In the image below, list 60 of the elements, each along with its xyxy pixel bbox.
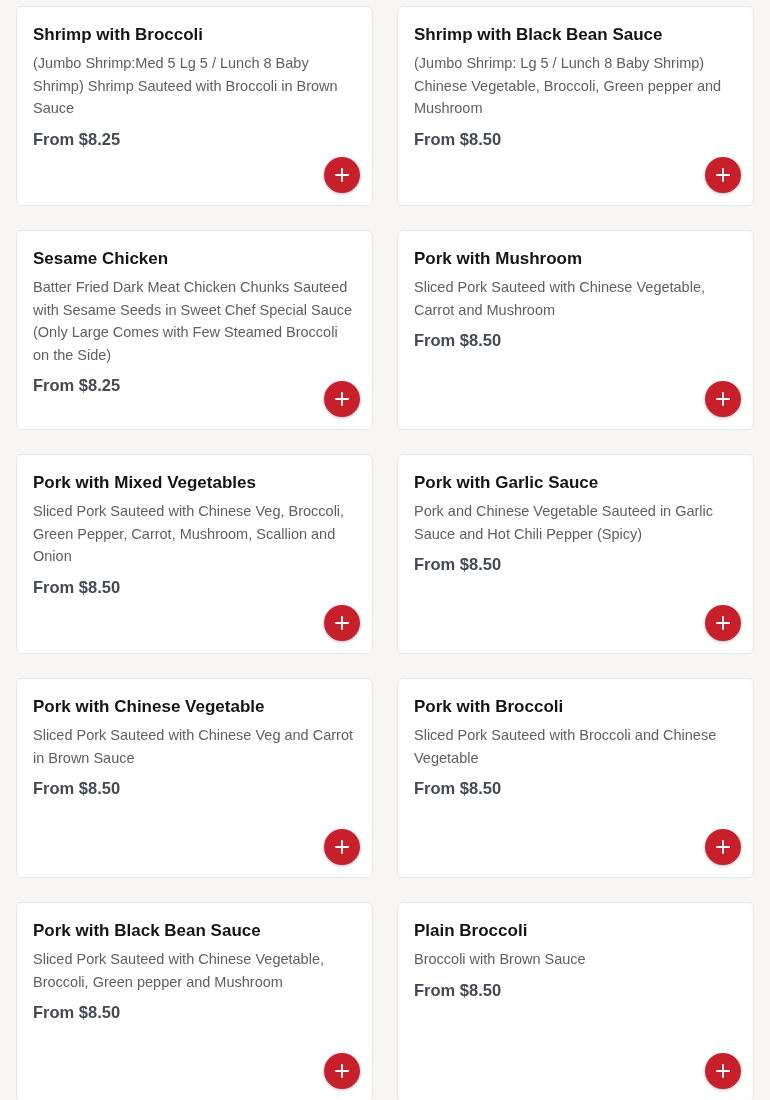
item-name: Plain Broccoli <box>414 920 529 942</box>
menu-item-card[interactable]: Shrimp with Broccoli (Jumbo Shrimp:Med 5 Lg 5 / Lunch 8 Baby Shrimp) Shrimp Sauteed with Broccoli in Brown Sauce From $8.25 <box>16 6 373 206</box>
add-button[interactable] <box>324 157 360 193</box>
plus-icon <box>335 616 349 630</box>
item-name: Pork with Chinese Vegetable <box>33 696 266 718</box>
item-price: From $8.50 <box>414 979 503 1001</box>
plus-icon <box>335 840 349 854</box>
item-description: Sliced Pork Sauteed with Chinese Vegetable, Carrot and Mushroom <box>414 278 706 320</box>
item-price: From $8.50 <box>33 576 122 598</box>
menu-item-card[interactable]: Pork with Garlic Sauce Pork and Chinese Vegetable Sauteed in Garlic Sauce and Hot Chili Pepper (Spicy) From $8.50 <box>397 454 754 654</box>
item-name: Pork with Garlic Sauce <box>414 472 600 494</box>
item-description: (Jumbo Shrimp: Lg 5 / Lunch 8 Baby Shrimp) Chinese Vegetable, Broccoli, Green pepper and Mushroom <box>414 54 723 118</box>
add-button[interactable] <box>705 829 741 865</box>
menu-item-card[interactable]: Plain Broccoli Broccoli with Brown Sauce From $8.50 <box>397 902 754 1100</box>
plus-icon <box>716 168 730 182</box>
item-price: From $8.50 <box>414 778 503 799</box>
item-price: From $8.50 <box>33 1002 122 1023</box>
menu-item-card[interactable]: Pork with Mixed Vegetables Sliced Pork Sauteed with Chinese Veg, Broccoli, Green Pepper, Carrot, Mushroom, Scallion and Onion From $8.50 <box>16 454 373 654</box>
add-button[interactable] <box>705 157 741 193</box>
item-description: Pork and Chinese Vegetable Sauteed in Garlic Sauce and Hot Chili Pepper (Spicy) <box>414 502 715 544</box>
item-description: Sliced Pork Sauteed with Broccoli and Chinese Vegetable <box>414 726 718 768</box>
item-name: Pork with Black Bean Sauce <box>33 920 262 942</box>
plus-icon <box>335 168 349 182</box>
item-description: Batter Fried Dark Meat Chicken Chunks Sauteed with Sesame Seeds in Sweet Chef Special Sauce (Only Large Comes with Few Steamed Broccoli on the Side) <box>33 278 354 365</box>
menu-item-card[interactable]: Pork with Chinese Vegetable Sliced Pork Sauteed with Chinese Veg and Carrot in Brown Sauce From $8.50 <box>16 678 373 878</box>
add-button[interactable] <box>705 605 741 641</box>
item-name: Shrimp with Broccoli <box>33 24 205 46</box>
item-description: Sliced Pork Sauteed with Chinese Vegetable, Broccoli, Green pepper and Mushroom <box>33 950 325 992</box>
menu-item-card[interactable]: Pork with Broccoli Sliced Pork Sauteed with Broccoli and Chinese Vegetable From $8.50 <box>397 678 754 878</box>
item-price: From $8.50 <box>414 128 503 150</box>
plus-icon <box>716 616 730 630</box>
item-description: Sliced Pork Sauteed with Chinese Veg and Carrot in Brown Sauce <box>33 726 354 768</box>
item-name: Pork with Mushroom <box>414 248 584 270</box>
plus-icon <box>716 1064 730 1078</box>
plus-icon <box>716 840 730 854</box>
item-description: (Jumbo Shrimp:Med 5 Lg 5 / Lunch 8 Baby Shrimp) Shrimp Sauteed with Broccoli in Brown Sauce <box>33 54 339 118</box>
add-button[interactable] <box>324 605 360 641</box>
plus-icon <box>716 392 730 406</box>
item-name: Sesame Chicken <box>33 248 170 270</box>
add-button[interactable] <box>705 1053 741 1089</box>
plus-icon <box>335 392 349 406</box>
item-price: From $8.25 <box>33 375 122 396</box>
item-name: Shrimp with Black Bean Sauce <box>414 24 664 46</box>
menu-item-card[interactable]: Sesame Chicken Batter Fried Dark Meat Chicken Chunks Sauteed with Sesame Seeds in Sweet Chef Special Sauce (Only Large Comes with Few Steamed Broccoli on the Side) From $8.25 <box>16 230 373 430</box>
add-button[interactable] <box>324 381 360 417</box>
plus-icon <box>335 1064 349 1078</box>
item-name: Pork with Mixed Vegetables <box>33 472 257 494</box>
item-price: From $8.25 <box>33 128 122 150</box>
item-price: From $8.50 <box>33 778 122 799</box>
add-button[interactable] <box>705 381 741 417</box>
add-button[interactable] <box>324 829 360 865</box>
item-price: From $8.50 <box>414 554 503 575</box>
item-description: Broccoli with Brown Sauce <box>414 950 587 969</box>
item-name: Pork with Broccoli <box>414 696 565 718</box>
menu-item-card[interactable]: Pork with Black Bean Sauce Sliced Pork Sauteed with Chinese Vegetable, Broccoli, Green pepper and Mushroom From $8.50 <box>16 902 373 1100</box>
menu-item-card[interactable]: Pork with Mushroom Sliced Pork Sauteed with Chinese Vegetable, Carrot and Mushroom From $8.50 <box>397 230 754 430</box>
item-description: Sliced Pork Sauteed with Chinese Veg, Broccoli, Green Pepper, Carrot, Mushroom, Scallion and Onion <box>33 502 346 566</box>
menu-item-card[interactable]: Shrimp with Black Bean Sauce (Jumbo Shrimp: Lg 5 / Lunch 8 Baby Shrimp) Chinese Vegetable, Broccoli, Green pepper and Mushroom From $8.50 <box>397 6 754 206</box>
item-price: From $8.50 <box>414 330 503 351</box>
add-button[interactable] <box>324 1053 360 1089</box>
